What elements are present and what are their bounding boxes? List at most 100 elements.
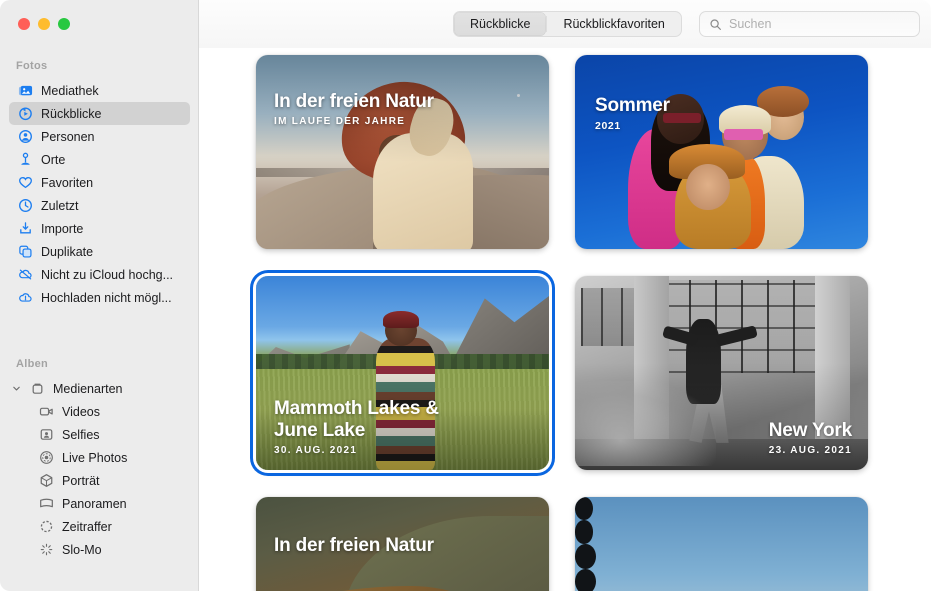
photo-detail bbox=[575, 497, 593, 521]
memory-card-text: Sommer 2021 bbox=[595, 95, 670, 133]
photo-detail bbox=[580, 287, 634, 346]
sidebar-section-header-fotos: Fotos bbox=[16, 60, 48, 72]
window-controls bbox=[18, 18, 70, 30]
portrait-icon bbox=[39, 473, 54, 488]
memory-photo-summer-group bbox=[575, 55, 868, 249]
sidebar-list-fotos: Mediathek Rückblicke Personen Orte Favor… bbox=[0, 79, 198, 309]
memory-card-text: Mammoth Lakes & June Lake 30. AUG. 2021 bbox=[274, 398, 454, 458]
video-icon bbox=[39, 404, 54, 419]
view-mode-segmented-control[interactable]: Rückblicke Rückblickfavoriten bbox=[453, 11, 682, 37]
memory-title: In der freien Natur bbox=[274, 91, 434, 112]
sidebar-item-medienarten[interactable]: Medienarten bbox=[9, 377, 190, 400]
sidebar-item-live-photos[interactable]: Live Photos bbox=[9, 446, 190, 469]
sidebar-item-label: Zeitraffer bbox=[62, 519, 112, 534]
chevron-down-icon[interactable] bbox=[11, 384, 22, 393]
sidebar-item-zuletzt[interactable]: Zuletzt bbox=[9, 194, 190, 217]
sidebar-item-label: Hochladen nicht mögl... bbox=[41, 290, 172, 305]
live-photo-icon bbox=[39, 450, 54, 465]
memory-card-text: In der freien Natur IM LAUFE DER JAHRE bbox=[274, 91, 434, 129]
heart-icon bbox=[18, 175, 33, 190]
sidebar-item-duplikate[interactable]: Duplikate bbox=[9, 240, 190, 263]
memory-subtitle: 2021 bbox=[595, 120, 621, 132]
sidebar-item-label: Duplikate bbox=[41, 244, 94, 259]
duplicates-icon bbox=[18, 244, 33, 259]
photo-detail bbox=[575, 520, 593, 544]
close-button[interactable] bbox=[18, 18, 30, 30]
sidebar-item-label: Zuletzt bbox=[41, 198, 79, 213]
sidebar-item-label: Slo-Mo bbox=[62, 542, 102, 557]
cloud-warning-icon bbox=[18, 290, 33, 305]
memory-subtitle: 30. AUG. 2021 bbox=[274, 445, 358, 456]
memory-card[interactable]: In der freien Natur IM LAUFE DER JAHRE bbox=[256, 55, 549, 249]
sidebar-item-selfies[interactable]: Selfies bbox=[9, 423, 190, 446]
sidebar-item-mediathek[interactable]: Mediathek bbox=[9, 79, 190, 102]
memory-title: Sommer bbox=[595, 95, 670, 116]
sidebar-item-label: Importe bbox=[41, 221, 84, 236]
sidebar-item-videos[interactable]: Videos bbox=[9, 400, 190, 423]
photo-detail bbox=[686, 163, 731, 211]
sidebar-item-personen[interactable]: Personen bbox=[9, 125, 190, 148]
sidebar-item-zeitraffer[interactable]: Zeitraffer bbox=[9, 515, 190, 538]
sidebar-item-portraet[interactable]: Porträt bbox=[9, 469, 190, 492]
import-icon bbox=[18, 221, 33, 236]
sidebar-item-favoriten[interactable]: Favoriten bbox=[9, 171, 190, 194]
memory-card-surface[interactable]: Mammoth Lakes & June Lake 30. AUG. 2021 bbox=[256, 276, 549, 470]
memory-card-surface[interactable] bbox=[575, 497, 868, 591]
memory-card-surface[interactable]: In der freien Natur IM LAUFE DER JAHRE bbox=[256, 55, 549, 249]
sidebar-item-label: Mediathek bbox=[41, 83, 99, 98]
memories-icon bbox=[18, 106, 33, 121]
memory-card[interactable] bbox=[575, 497, 868, 591]
memory-photo-dusk-silhouettes bbox=[575, 497, 868, 591]
sidebar-list-alben: Medienarten Videos Selfies Live Photos P… bbox=[0, 377, 198, 561]
memory-title: In der freien Natur bbox=[274, 535, 434, 556]
panorama-icon bbox=[39, 496, 54, 511]
sidebar-item-orte[interactable]: Orte bbox=[9, 148, 190, 171]
search-icon bbox=[709, 18, 722, 31]
sidebar-item-label: Panoramen bbox=[62, 496, 127, 511]
memory-card[interactable]: New York 23. AUG. 2021 bbox=[575, 276, 868, 470]
search-field[interactable]: Suchen bbox=[699, 11, 920, 37]
memories-content-area: In der freien Natur IM LAUFE DER JAHRE S… bbox=[199, 48, 931, 591]
tab-label: Rückblicke bbox=[470, 17, 531, 31]
selfie-icon bbox=[39, 427, 54, 442]
sidebar-item-label: Porträt bbox=[62, 473, 100, 488]
sidebar-item-label: Rückblicke bbox=[41, 106, 102, 121]
minimize-button[interactable] bbox=[38, 18, 50, 30]
sidebar-item-rueckblicke[interactable]: Rückblicke bbox=[9, 102, 190, 125]
slomo-icon bbox=[39, 542, 54, 557]
sidebar-section-header-alben: Alben bbox=[16, 358, 49, 370]
sidebar-item-slo-mo[interactable]: Slo-Mo bbox=[9, 538, 190, 561]
media-types-icon bbox=[30, 381, 45, 396]
photo-detail bbox=[383, 310, 419, 329]
search-input[interactable]: Suchen bbox=[729, 17, 771, 31]
memory-card-surface[interactable]: New York 23. AUG. 2021 bbox=[575, 276, 868, 470]
sidebar-item-nicht-zu-icloud-hochgeladen[interactable]: Nicht zu iCloud hochg... bbox=[9, 263, 190, 286]
memory-card[interactable]: In der freien Natur bbox=[256, 497, 549, 591]
memory-card-selected[interactable]: Mammoth Lakes & June Lake 30. AUG. 2021 bbox=[256, 276, 549, 470]
sidebar-item-panoramen[interactable]: Panoramen bbox=[9, 492, 190, 515]
sidebar-item-label: Orte bbox=[41, 152, 66, 167]
sidebar-item-label: Live Photos bbox=[62, 450, 128, 465]
tab-rueckblickfavoriten[interactable]: Rückblickfavoriten bbox=[547, 12, 680, 36]
sidebar-item-label: Personen bbox=[41, 129, 95, 144]
memory-card[interactable]: Sommer 2021 bbox=[575, 55, 868, 249]
memory-title: New York bbox=[768, 420, 852, 441]
photo-detail bbox=[575, 543, 596, 569]
clock-icon bbox=[18, 198, 33, 213]
sidebar-item-label: Medienarten bbox=[53, 381, 123, 396]
maximize-button[interactable] bbox=[58, 18, 70, 30]
timelapse-icon bbox=[39, 519, 54, 534]
map-pin-icon bbox=[18, 152, 33, 167]
photo-detail bbox=[724, 128, 763, 141]
tab-rueckblicke[interactable]: Rückblicke bbox=[454, 12, 547, 36]
memory-card-surface[interactable]: In der freien Natur bbox=[256, 497, 549, 591]
sidebar: Fotos Mediathek Rückblicke Personen Orte… bbox=[0, 0, 199, 591]
memory-subtitle: 23. AUG. 2021 bbox=[768, 445, 852, 456]
sidebar-item-importe[interactable]: Importe bbox=[9, 217, 190, 240]
toolbar: Rückblicke Rückblickfavoriten Suchen bbox=[199, 0, 931, 48]
sidebar-item-hochladen-nicht-moeglich[interactable]: Hochladen nicht mögl... bbox=[9, 286, 190, 309]
tab-label: Rückblickfavoriten bbox=[563, 17, 665, 31]
person-circle-icon bbox=[18, 129, 33, 144]
memory-card-surface[interactable]: Sommer 2021 bbox=[575, 55, 868, 249]
memories-grid: In der freien Natur IM LAUFE DER JAHRE S… bbox=[199, 48, 931, 591]
